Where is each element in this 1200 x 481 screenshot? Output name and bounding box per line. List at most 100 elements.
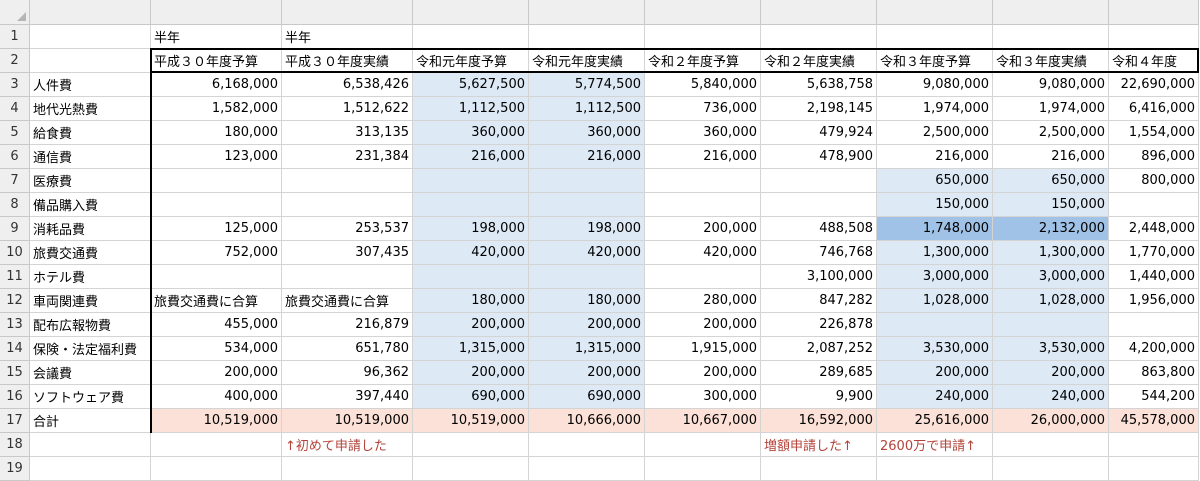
cell-a6[interactable]: 通信費	[30, 145, 151, 169]
cell-g17[interactable]: 16,592,000	[761, 409, 877, 433]
cell-i17[interactable]: 26,000,000	[993, 409, 1109, 433]
cell-h3[interactable]: 9,080,000	[877, 73, 993, 97]
row-header-10[interactable]: 10	[0, 241, 30, 265]
cell-a12[interactable]: 車両関連費	[30, 289, 151, 313]
cell-a4[interactable]: 地代光熱費	[30, 97, 151, 121]
row-header-14[interactable]: 14	[0, 337, 30, 361]
cell-e10[interactable]: 420,000	[529, 241, 645, 265]
cell-d8[interactable]	[413, 193, 529, 217]
column-header-j[interactable]	[1109, 0, 1199, 25]
cell-d13[interactable]: 200,000	[413, 313, 529, 337]
row-header-8[interactable]: 8	[0, 193, 30, 217]
cell-g2[interactable]: 令和２年度実績	[761, 49, 877, 73]
cell-j2[interactable]: 令和４年度	[1109, 49, 1199, 73]
cell-d2[interactable]: 令和元年度予算	[413, 49, 529, 73]
cell-i3[interactable]: 9,080,000	[993, 73, 1109, 97]
cell-j15[interactable]: 863,800	[1109, 361, 1199, 385]
cell-f11[interactable]	[645, 265, 761, 289]
cell-j10[interactable]: 1,770,000	[1109, 241, 1199, 265]
cell-g6[interactable]: 478,900	[761, 145, 877, 169]
cell-f16[interactable]: 300,000	[645, 385, 761, 409]
cell-f15[interactable]: 200,000	[645, 361, 761, 385]
cell-i12[interactable]: 1,028,000	[993, 289, 1109, 313]
row-header-16[interactable]: 16	[0, 385, 30, 409]
cell-h13[interactable]	[877, 313, 993, 337]
cell-d18[interactable]	[413, 433, 529, 457]
row-header-18[interactable]: 18	[0, 433, 30, 457]
cell-b1[interactable]: 半年	[151, 25, 282, 49]
cell-j16[interactable]: 544,200	[1109, 385, 1199, 409]
cell-g14[interactable]: 2,087,252	[761, 337, 877, 361]
cell-h8[interactable]: 150,000	[877, 193, 993, 217]
cell-a5[interactable]: 給食費	[30, 121, 151, 145]
row-header-15[interactable]: 15	[0, 361, 30, 385]
row-header-4[interactable]: 4	[0, 97, 30, 121]
cell-g18[interactable]: 増額申請した↑	[761, 433, 877, 457]
cell-b11[interactable]	[151, 265, 282, 289]
cell-e5[interactable]: 360,000	[529, 121, 645, 145]
cell-a10[interactable]: 旅費交通費	[30, 241, 151, 265]
cell-d10[interactable]: 420,000	[413, 241, 529, 265]
cell-a18[interactable]	[30, 433, 151, 457]
cell-f6[interactable]: 216,000	[645, 145, 761, 169]
cell-g3[interactable]: 5,638,758	[761, 73, 877, 97]
cell-h19[interactable]	[877, 457, 993, 481]
row-header-11[interactable]: 11	[0, 265, 30, 289]
cell-c12[interactable]: 旅費交通費に合算	[282, 289, 413, 313]
cell-c9[interactable]: 253,537	[282, 217, 413, 241]
cell-i13[interactable]	[993, 313, 1109, 337]
row-header-9[interactable]: 9	[0, 217, 30, 241]
cell-h15[interactable]: 200,000	[877, 361, 993, 385]
cell-g12[interactable]: 847,282	[761, 289, 877, 313]
cell-e3[interactable]: 5,774,500	[529, 73, 645, 97]
cell-a17[interactable]: 合計	[30, 409, 151, 433]
cell-g7[interactable]	[761, 169, 877, 193]
cell-e15[interactable]: 200,000	[529, 361, 645, 385]
cell-c1[interactable]: 半年	[282, 25, 413, 49]
cell-c2[interactable]: 平成３０年度実績	[282, 49, 413, 73]
cell-a3[interactable]: 人件費	[30, 73, 151, 97]
cell-c10[interactable]: 307,435	[282, 241, 413, 265]
cell-e7[interactable]	[529, 169, 645, 193]
cell-f13[interactable]: 200,000	[645, 313, 761, 337]
row-header-1[interactable]: 1	[0, 25, 30, 49]
cell-d9[interactable]: 198,000	[413, 217, 529, 241]
cell-b7[interactable]	[151, 169, 282, 193]
cell-h17[interactable]: 25,616,000	[877, 409, 993, 433]
column-header-d[interactable]	[413, 0, 529, 25]
row-header-7[interactable]: 7	[0, 169, 30, 193]
cell-c8[interactable]	[282, 193, 413, 217]
cell-g16[interactable]: 9,900	[761, 385, 877, 409]
cell-g10[interactable]: 746,768	[761, 241, 877, 265]
cell-h1[interactable]	[877, 25, 993, 49]
cell-i1[interactable]	[993, 25, 1109, 49]
cell-f19[interactable]	[645, 457, 761, 481]
cell-j7[interactable]: 800,000	[1109, 169, 1199, 193]
cell-d5[interactable]: 360,000	[413, 121, 529, 145]
cell-b15[interactable]: 200,000	[151, 361, 282, 385]
cell-f2[interactable]: 令和２年度予算	[645, 49, 761, 73]
cell-g15[interactable]: 289,685	[761, 361, 877, 385]
cell-c13[interactable]: 216,879	[282, 313, 413, 337]
cell-i18[interactable]	[993, 433, 1109, 457]
cell-d3[interactable]: 5,627,500	[413, 73, 529, 97]
column-header-c[interactable]	[282, 0, 413, 25]
cell-a16[interactable]: ソフトウェア費	[30, 385, 151, 409]
cell-j18[interactable]	[1109, 433, 1199, 457]
cell-h14[interactable]: 3,530,000	[877, 337, 993, 361]
cell-c18[interactable]: ↑初めて申請した	[282, 433, 413, 457]
cell-i9[interactable]: 2,132,000	[993, 217, 1109, 241]
column-header-g[interactable]	[761, 0, 877, 25]
cell-d1[interactable]	[413, 25, 529, 49]
cell-i4[interactable]: 1,974,000	[993, 97, 1109, 121]
cell-f3[interactable]: 5,840,000	[645, 73, 761, 97]
cell-f5[interactable]: 360,000	[645, 121, 761, 145]
cell-d14[interactable]: 1,315,000	[413, 337, 529, 361]
cell-a13[interactable]: 配布広報物費	[30, 313, 151, 337]
cell-c11[interactable]	[282, 265, 413, 289]
cell-h5[interactable]: 2,500,000	[877, 121, 993, 145]
cell-i14[interactable]: 3,530,000	[993, 337, 1109, 361]
cell-b4[interactable]: 1,582,000	[151, 97, 282, 121]
cell-g9[interactable]: 488,508	[761, 217, 877, 241]
cell-f12[interactable]: 280,000	[645, 289, 761, 313]
